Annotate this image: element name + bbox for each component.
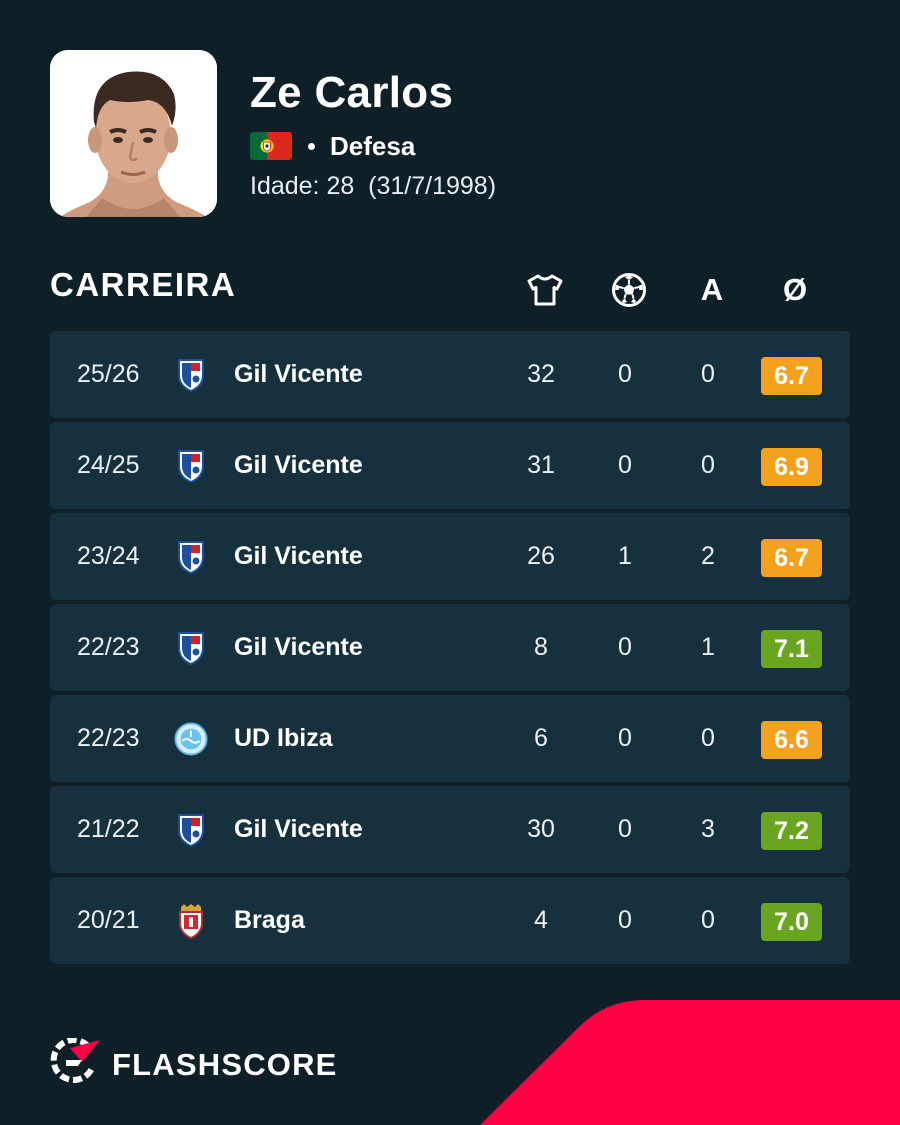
gil-vicente-crest-icon: [174, 786, 208, 873]
flashscore-logo: FLASHSCORE: [48, 1037, 338, 1091]
appearances: 6: [534, 724, 548, 752]
season: 22/23: [77, 633, 140, 661]
assists: 0: [701, 724, 715, 752]
assists: 0: [701, 360, 715, 388]
career-row: 21/22 Gil Vicente 30 0 3 7.2: [50, 786, 850, 873]
assists: 0: [701, 906, 715, 934]
rating-badge: 6.6: [761, 721, 822, 759]
goals: 0: [618, 906, 632, 934]
career-title: CARREIRA: [50, 266, 237, 303]
season: 24/25: [77, 451, 140, 479]
player-name: Ze Carlos: [250, 68, 454, 117]
shirt-icon: [525, 270, 565, 310]
goals: 0: [618, 633, 632, 661]
career-row: 22/23 Gil Vicente 8 0 1 7.1: [50, 604, 850, 691]
rating-badge: 6.7: [761, 357, 822, 395]
rating-badge: 7.0: [761, 903, 822, 941]
assists: 1: [701, 633, 715, 661]
club-name: Gil Vicente: [234, 542, 363, 570]
player-photo: [50, 50, 217, 217]
appearances: 4: [534, 906, 548, 934]
braga-crest-icon: [174, 877, 208, 964]
appearances: 31: [527, 451, 555, 479]
season: 23/24: [77, 542, 140, 570]
gil-vicente-crest-icon: [174, 513, 208, 600]
season: 22/23: [77, 724, 140, 752]
brand-name: FLASHSCORE: [112, 1046, 338, 1082]
season: 25/26: [77, 360, 140, 388]
gil-vicente-crest-icon: [174, 604, 208, 691]
career-table: 25/26 Gil Vicente 32 0 0 6.7 24/25 Gil V…: [50, 331, 850, 968]
assists: 0: [701, 451, 715, 479]
goals: 1: [618, 542, 632, 570]
separator-dot: [308, 142, 315, 150]
rating-column-header: Ø: [782, 272, 808, 307]
appearances: 32: [527, 360, 555, 388]
rating-badge: 7.2: [761, 812, 822, 850]
club-name: Gil Vicente: [234, 451, 363, 479]
gil-vicente-crest-icon: [174, 331, 208, 418]
flashscore-logo-icon: [48, 1037, 100, 1091]
career-row: 24/25 Gil Vicente 31 0 0 6.9: [50, 422, 850, 509]
goals: 0: [618, 451, 632, 479]
appearances: 30: [527, 815, 555, 843]
portugal-flag-icon: [250, 132, 292, 160]
rating-badge: 6.9: [761, 448, 822, 486]
appearances: 8: [534, 633, 548, 661]
career-row: 25/26 Gil Vicente 32 0 0 6.7: [50, 331, 850, 418]
player-position: Defesa: [330, 130, 416, 161]
club-name: Gil Vicente: [234, 815, 363, 843]
player-meta: Defesa: [250, 131, 415, 161]
assists: 3: [701, 815, 715, 843]
club-name: UD Ibiza: [234, 724, 333, 752]
career-row: 23/24 Gil Vicente 26 1 2 6.7: [50, 513, 850, 600]
goals: 0: [618, 815, 632, 843]
club-name: Gil Vicente: [234, 360, 363, 388]
season: 20/21: [77, 906, 140, 934]
assists: 2: [701, 542, 715, 570]
appearances: 26: [527, 542, 555, 570]
rating-badge: 7.1: [761, 630, 822, 668]
club-name: Braga: [234, 906, 305, 934]
career-row: 22/23 UD Ibiza 6 0 0 6.6: [50, 695, 850, 782]
assists-column-header: A: [700, 272, 724, 307]
football-icon: [609, 270, 649, 310]
gil-vicente-crest-icon: [174, 422, 208, 509]
birth-date: (31/7/1998): [368, 172, 497, 200]
career-row: 20/21 Braga 4 0 0 7.0: [50, 877, 850, 964]
player-age: Idade: 28 (31/7/1998): [250, 172, 496, 201]
season: 21/22: [77, 815, 140, 843]
club-name: Gil Vicente: [234, 633, 363, 661]
ud-ibiza-crest-icon: [174, 695, 208, 782]
goals: 0: [618, 724, 632, 752]
age-label: Idade: 28: [250, 172, 355, 200]
rating-badge: 6.7: [761, 539, 822, 577]
goals: 0: [618, 360, 632, 388]
